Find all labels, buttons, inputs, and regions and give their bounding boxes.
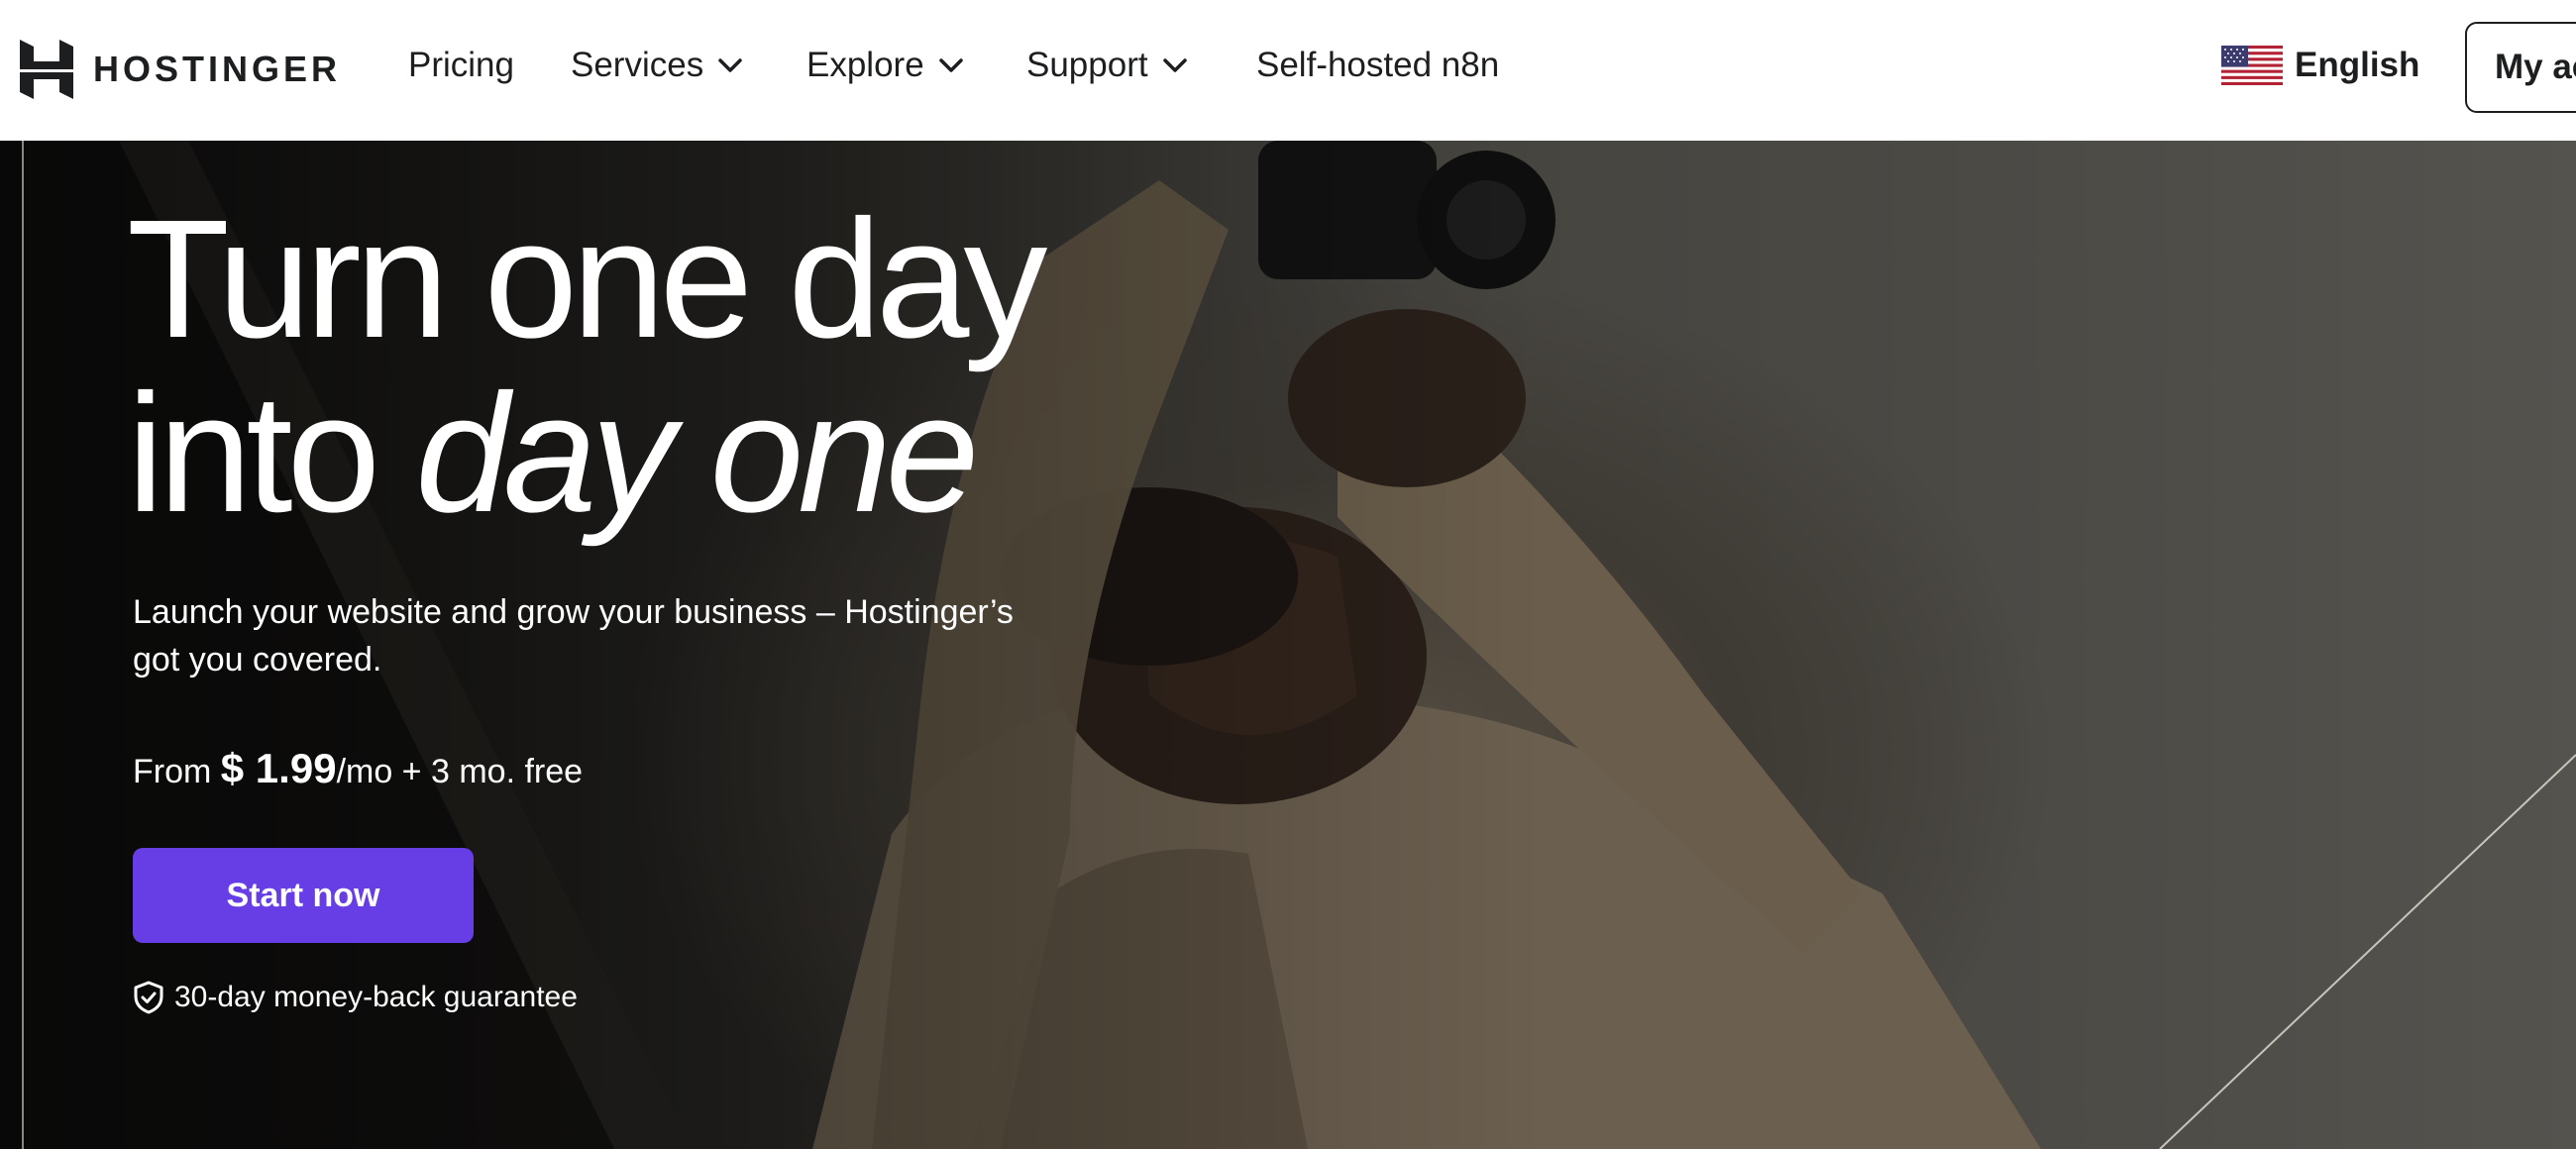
price-amount: $ 1.99 bbox=[220, 745, 337, 791]
nav-support-label: Support bbox=[1026, 46, 1148, 84]
shield-check-icon bbox=[134, 981, 163, 1014]
language-selector[interactable]: English bbox=[2221, 46, 2419, 85]
divider-line bbox=[22, 141, 24, 1149]
nav-pricing-label: Pricing bbox=[408, 46, 514, 84]
nav-services[interactable]: Services bbox=[571, 46, 743, 85]
hero-headline: Turn one day into day one bbox=[127, 185, 1047, 541]
price-prefix: From bbox=[133, 753, 221, 790]
hero-subtext: Launch your website and grow your busine… bbox=[133, 593, 1014, 679]
hero-section: Turn one day into day one Launch your we… bbox=[0, 141, 2576, 1149]
language-label: English bbox=[2295, 46, 2420, 84]
start-now-label: Start now bbox=[226, 876, 380, 914]
chevron-down-icon bbox=[938, 58, 963, 72]
nav-explore-label: Explore bbox=[806, 46, 924, 84]
hostinger-logo-icon bbox=[20, 40, 73, 99]
site-header: HOSTINGER Pricing Services Explore Suppo… bbox=[0, 0, 2576, 141]
nav-self-hosted-n8n-label: Self-hosted n8n bbox=[1256, 46, 1500, 84]
nav-pricing[interactable]: Pricing bbox=[408, 46, 514, 85]
headline-line-2: into day one bbox=[127, 366, 1041, 541]
price-suffix: /mo + 3 mo. free bbox=[336, 753, 584, 790]
headline-line-2-plain: into bbox=[127, 360, 416, 548]
headline-line-2-italic: day one bbox=[415, 360, 979, 548]
nav-support[interactable]: Support bbox=[1026, 46, 1188, 85]
chevron-down-icon bbox=[718, 58, 742, 72]
hero-price: From $ 1.99/mo + 3 mo. free bbox=[133, 745, 583, 792]
logo-text: HOSTINGER bbox=[93, 49, 342, 89]
hostinger-logo[interactable]: HOSTINGER bbox=[20, 40, 341, 99]
chevron-down-icon bbox=[1162, 58, 1187, 72]
money-back-guarantee: 30-day money-back guarantee bbox=[133, 981, 578, 1014]
guarantee-text: 30-day money-back guarantee bbox=[174, 981, 578, 1013]
my-account-label: My ac bbox=[2495, 48, 2576, 86]
nav-self-hosted-n8n[interactable]: Self-hosted n8n bbox=[1256, 46, 1499, 85]
us-flag-icon bbox=[2221, 46, 2283, 85]
headline-line-1: Turn one day bbox=[127, 185, 1047, 373]
my-account-button[interactable]: My ac bbox=[2465, 22, 2576, 113]
start-now-button[interactable]: Start now bbox=[133, 848, 474, 943]
nav-services-label: Services bbox=[571, 46, 704, 84]
nav-explore[interactable]: Explore bbox=[806, 46, 964, 85]
